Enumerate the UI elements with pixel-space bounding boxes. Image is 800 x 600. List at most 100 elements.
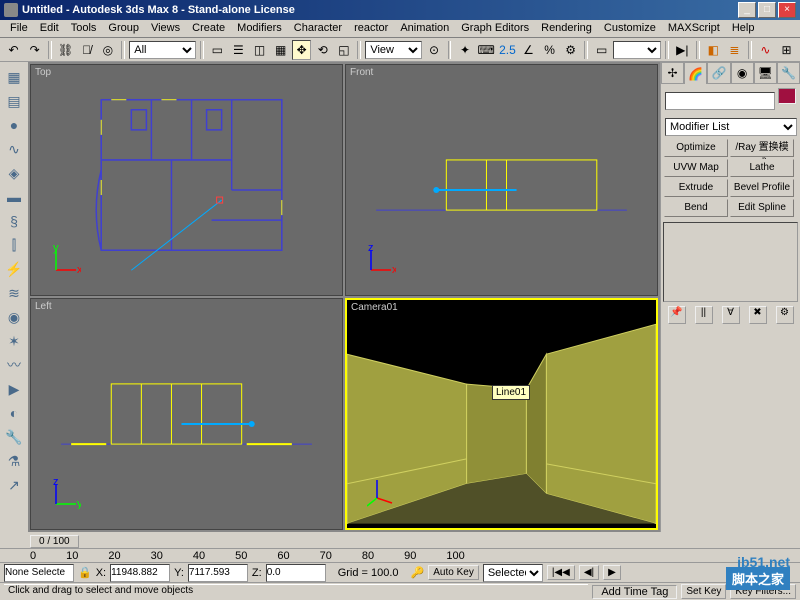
mod-lathe[interactable]: Lathe — [730, 159, 794, 177]
deforming-mesh-icon[interactable]: ◈ — [3, 162, 25, 184]
mod-editspline[interactable]: Edit Spline — [730, 199, 794, 217]
soft-body-icon[interactable]: ● — [3, 114, 25, 136]
autokey-button[interactable]: Auto Key — [428, 565, 479, 580]
rigid-body-icon[interactable]: ▦ — [3, 66, 25, 88]
display-tab[interactable]: 🖥 — [754, 62, 777, 84]
preview-icon[interactable]: ▶ — [3, 378, 25, 400]
link-button[interactable]: ⛓ — [56, 40, 75, 60]
play-button[interactable]: ▶ — [603, 565, 621, 580]
keyboard-shortcut-button[interactable]: ⌨ — [477, 40, 496, 60]
spring-icon[interactable]: § — [3, 210, 25, 232]
schematic-view-button[interactable]: ⊞ — [777, 40, 796, 60]
setkey-button[interactable]: Set Key — [681, 584, 726, 599]
menu-create[interactable]: Create — [186, 20, 231, 37]
lock-icon[interactable]: 🔒 — [78, 566, 92, 579]
select-region-button[interactable]: ◫ — [250, 40, 269, 60]
menu-rendering[interactable]: Rendering — [535, 20, 598, 37]
maximize-button[interactable]: □ — [758, 2, 776, 18]
modify-tab[interactable]: 🌈 — [684, 62, 707, 84]
prev-frame-button[interactable]: ◀| — [579, 565, 599, 580]
menu-customize[interactable]: Customize — [598, 20, 662, 37]
modifier-list-dropdown[interactable]: Modifier List — [665, 118, 797, 136]
menu-help[interactable]: Help — [726, 20, 761, 37]
undo-button[interactable]: ↶ — [4, 40, 23, 60]
select-by-name-button[interactable]: ☰ — [229, 40, 248, 60]
utilities-tab[interactable]: 🔧 — [777, 62, 800, 84]
key-icon[interactable]: 🔑 — [411, 566, 425, 579]
toy-car-icon[interactable]: ◉ — [3, 306, 25, 328]
pin-stack-button[interactable]: 📌 — [668, 306, 686, 324]
mod-extrude[interactable]: Extrude — [664, 179, 728, 197]
goto-start-button[interactable]: |◀◀ — [547, 565, 575, 580]
align-button[interactable]: ◧ — [704, 40, 723, 60]
rope-icon[interactable]: ∿ — [3, 138, 25, 160]
use-center-button[interactable]: ⊙ — [424, 40, 443, 60]
menu-grapheditors[interactable]: Graph Editors — [455, 20, 535, 37]
mirror-button[interactable]: ▶| — [673, 40, 692, 60]
add-time-tag[interactable]: Add Time Tag — [592, 585, 677, 599]
manipulate-button[interactable]: ✦ — [455, 40, 474, 60]
transform-x[interactable] — [110, 564, 170, 582]
redo-button[interactable]: ↷ — [25, 40, 44, 60]
select-button[interactable]: ▭ — [208, 40, 227, 60]
object-name-field[interactable] — [665, 92, 775, 110]
scale-button[interactable]: ◱ — [334, 40, 353, 60]
time-slider-thumb[interactable]: 0 / 100 — [30, 535, 79, 548]
viewport-top[interactable]: Top xy — [30, 64, 343, 296]
fracture-icon[interactable]: ✶ — [3, 330, 25, 352]
named-sel-sets[interactable]: ▭ — [592, 40, 611, 60]
percent-snap-button[interactable]: % — [540, 40, 559, 60]
motion-tab[interactable]: ◉ — [731, 62, 754, 84]
minimize-button[interactable]: _ — [738, 2, 756, 18]
motor-icon[interactable]: ⚡ — [3, 258, 25, 280]
mod-bevelprofile[interactable]: Bevel Profile — [730, 179, 794, 197]
angle-snap-button[interactable]: ∠ — [519, 40, 538, 60]
make-unique-button[interactable]: ∀ — [722, 306, 740, 324]
modifier-stack[interactable] — [663, 222, 798, 302]
selection-filter[interactable]: All — [129, 41, 196, 59]
viewport-front[interactable]: Front xz — [345, 64, 658, 296]
export-icon[interactable]: ↗ — [3, 474, 25, 496]
water-icon[interactable]: 〰 — [3, 354, 25, 376]
mod-ray[interactable]: /Ray 置换模式 — [730, 139, 794, 157]
menu-reactor[interactable]: reactor — [348, 20, 394, 37]
ref-coord-system[interactable]: View — [365, 41, 422, 59]
menu-maxscript[interactable]: MAXScript — [662, 20, 726, 37]
configure-sets-button[interactable]: ⚙ — [776, 306, 794, 324]
transform-y[interactable] — [188, 564, 248, 582]
plane-icon[interactable]: ▬ — [3, 186, 25, 208]
bind-button[interactable]: ◎ — [98, 40, 117, 60]
named-sel-dropdown[interactable] — [613, 41, 661, 59]
menu-group[interactable]: Group — [102, 20, 145, 37]
key-mode-dropdown[interactable]: Selected — [483, 564, 543, 582]
close-button[interactable]: × — [778, 2, 796, 18]
dashpot-icon[interactable]: ⫿ — [3, 234, 25, 256]
time-slider-track[interactable]: 0 / 100 — [0, 534, 800, 548]
layers-button[interactable]: ≣ — [725, 40, 744, 60]
mod-uvwmap[interactable]: UVW Map — [664, 159, 728, 177]
menu-animation[interactable]: Animation — [394, 20, 455, 37]
spinner-snap-button[interactable]: ⚙ — [561, 40, 580, 60]
remove-modifier-button[interactable]: ✖ — [749, 306, 767, 324]
cloth-icon[interactable]: ▤ — [3, 90, 25, 112]
menu-character[interactable]: Character — [288, 20, 348, 37]
menu-edit[interactable]: Edit — [34, 20, 65, 37]
timeline-ruler[interactable]: 0102030405060708090100 — [0, 548, 800, 562]
hierarchy-tab[interactable]: 🔗 — [707, 62, 730, 84]
window-crossing-button[interactable]: ▦ — [271, 40, 290, 60]
show-end-result-button[interactable]: || — [695, 306, 713, 324]
curve-editor-button[interactable]: ∿ — [756, 40, 775, 60]
wind-icon[interactable]: ≋ — [3, 282, 25, 304]
snap-button[interactable]: 2.5 — [498, 40, 517, 60]
move-button[interactable]: ✥ — [292, 40, 311, 60]
util-icon[interactable]: 🔧 — [3, 426, 25, 448]
create-anim-icon[interactable]: ◐ — [3, 402, 25, 424]
menu-modifiers[interactable]: Modifiers — [231, 20, 288, 37]
menu-file[interactable]: File — [4, 20, 34, 37]
object-color-swatch[interactable] — [778, 88, 796, 104]
mod-bend[interactable]: Bend — [664, 199, 728, 217]
create-tab[interactable]: ✢ — [661, 62, 684, 84]
rotate-button[interactable]: ⟲ — [313, 40, 332, 60]
menu-views[interactable]: Views — [145, 20, 186, 37]
viewport-camera[interactable]: Camera01 Line01 — [345, 298, 658, 530]
